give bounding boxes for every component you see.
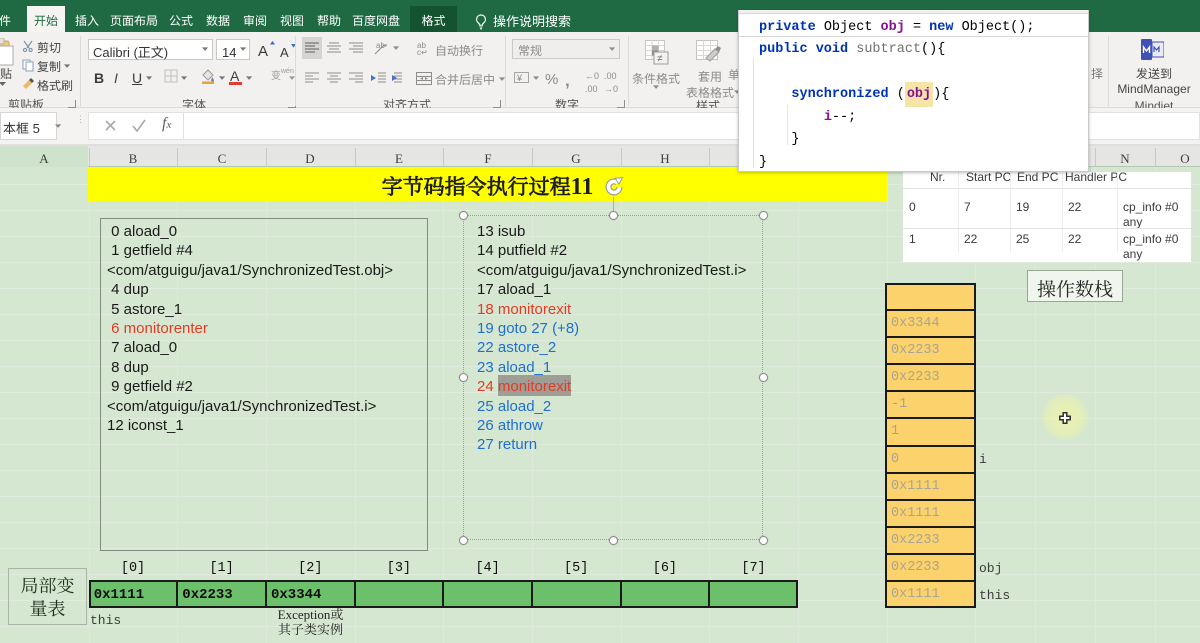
svg-text:ab: ab xyxy=(376,40,385,51)
svg-text:¥: ¥ xyxy=(516,71,523,84)
svg-text:c↵: c↵ xyxy=(417,47,428,55)
svg-text:≠: ≠ xyxy=(657,50,663,65)
